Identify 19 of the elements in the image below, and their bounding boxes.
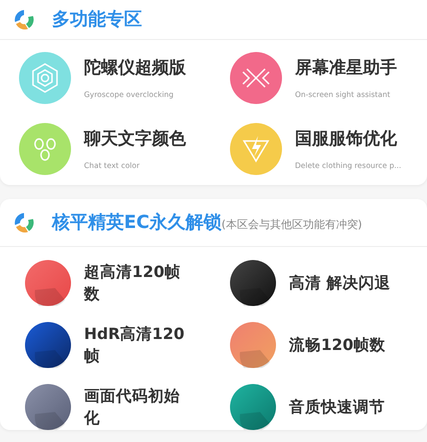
section-note: (本区会与其他区功能有冲突) — [222, 217, 362, 233]
logo-icon — [12, 210, 36, 234]
section-title: 多功能专区 — [52, 8, 142, 32]
feature-title[interactable]: 高清 解决闪退 — [289, 272, 391, 294]
feature-title[interactable]: 聊天文字颜色 — [84, 126, 186, 152]
feature-title[interactable]: 屏幕准星助手 — [295, 56, 397, 82]
cross-icon[interactable] — [230, 52, 282, 104]
feature-title[interactable]: 画面代码初始化 — [84, 385, 186, 429]
feature-title[interactable]: HdR高清120帧 — [84, 323, 186, 367]
feature-title[interactable]: 超高清120帧数 — [84, 261, 186, 305]
gradient-circle-icon[interactable] — [25, 322, 71, 368]
feature-title[interactable]: 流畅120帧数 — [289, 334, 391, 356]
logo-icon — [12, 8, 36, 32]
gradient-circle-icon[interactable] — [230, 260, 276, 306]
feature-title[interactable]: 陀螺仪超频版 — [84, 56, 186, 82]
section-title: 核平精英EC永久解锁 — [52, 211, 222, 235]
feature-title[interactable]: 音质快速调节 — [289, 396, 391, 418]
gradient-circle-icon[interactable] — [25, 384, 71, 430]
feature-title[interactable]: 国服服饰优化 — [295, 126, 402, 152]
